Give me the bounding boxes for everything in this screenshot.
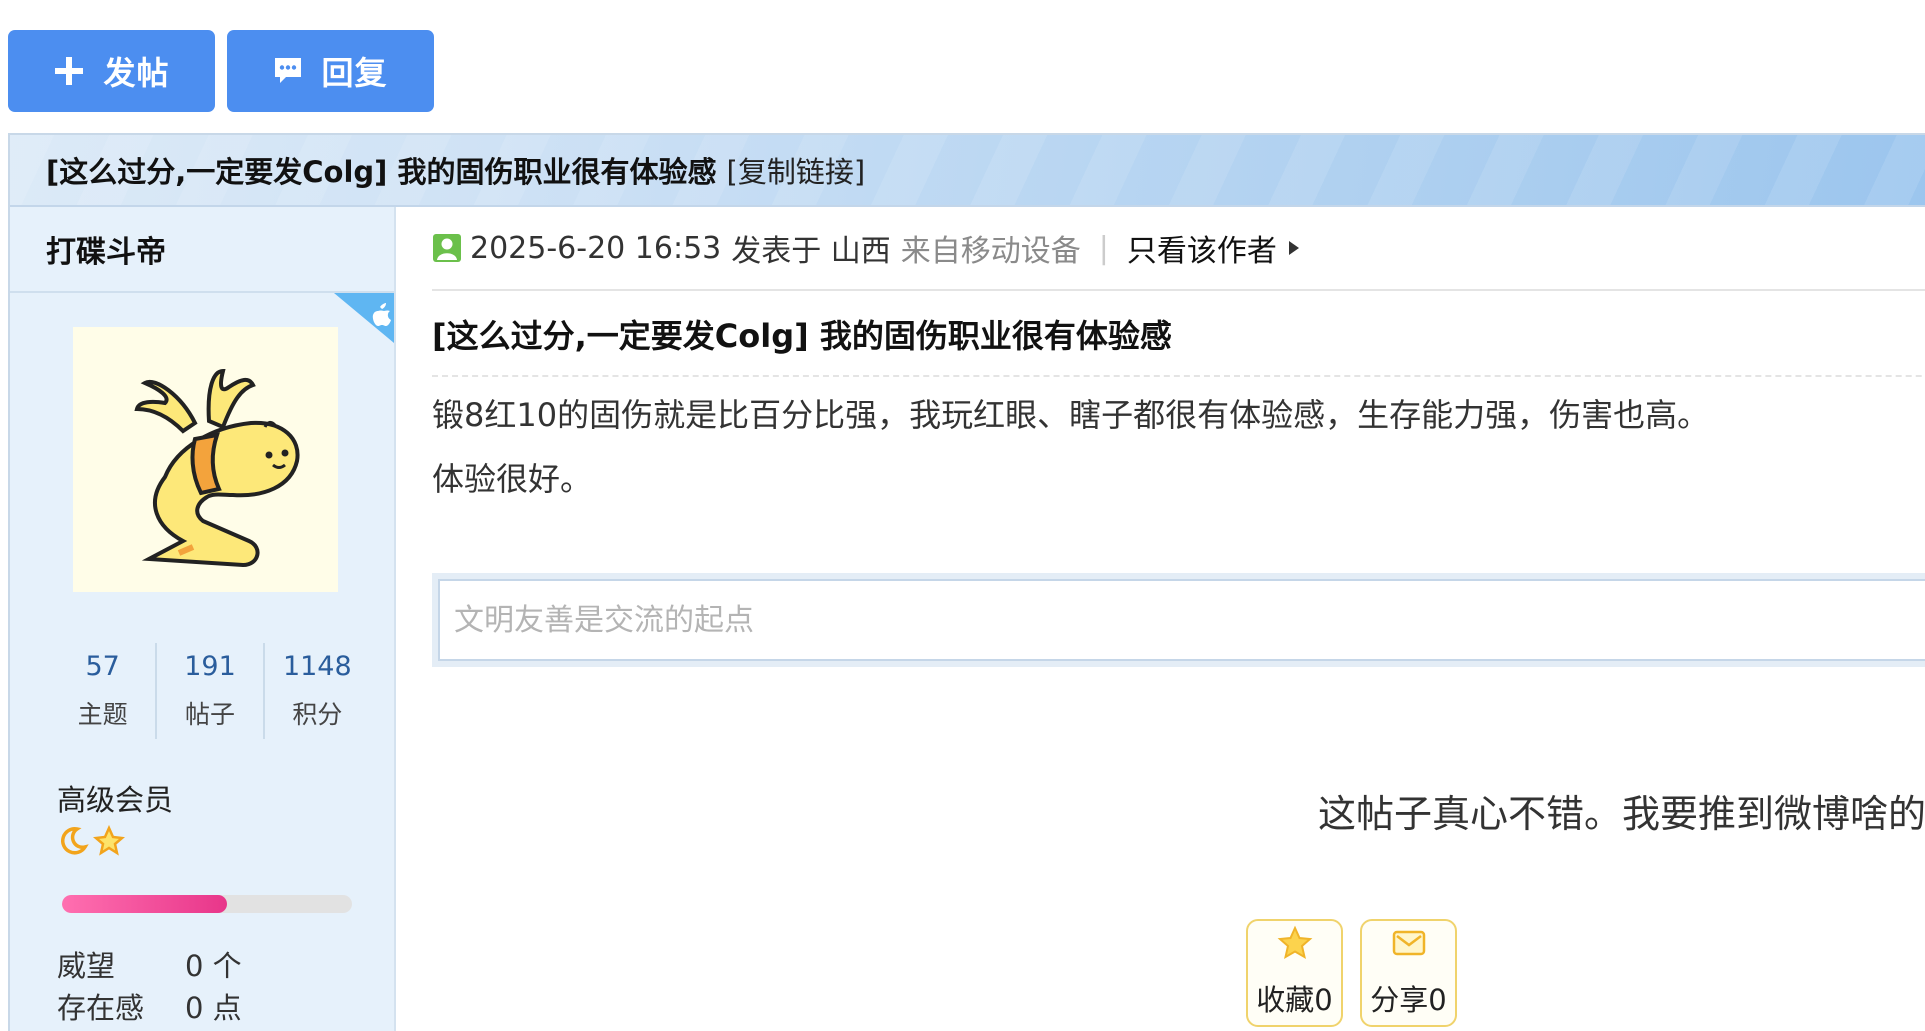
action-bar: 发帖 回复 — [8, 30, 434, 112]
caret-right-icon[interactable] — [1287, 239, 1301, 257]
moon-icon — [57, 825, 89, 861]
author-stats: 57 主题 191 帖子 1148 积分 — [50, 643, 370, 739]
post-body: 锻8红10的固伤就是比百分比强，我玩红眼、瞎子都很有体验感，生存能力强，伤害也高… — [432, 383, 1925, 511]
quick-reply-input[interactable] — [438, 579, 1925, 661]
title-divider — [432, 375, 1925, 377]
new-post-button[interactable]: 发帖 — [8, 30, 215, 112]
thread-header: [这么过分,一定要发Colg] 我的固伤职业很有体验感 [复制链接] — [10, 135, 1925, 207]
rank-icons — [57, 824, 125, 861]
stat-points[interactable]: 1148 积分 — [265, 643, 370, 739]
user-online-icon — [432, 233, 462, 263]
share-promo-text: 这帖子真心不错。我要推到微博啥的 — [1318, 792, 1925, 836]
reply-button[interactable]: 回复 — [227, 30, 434, 112]
prop-key: 威望 — [57, 949, 116, 983]
page: 发帖 回复 [这么过分,一定要发Colg] 我的固伤职业很有体验感 [复制链接]… — [0, 0, 1925, 1031]
post-location: 发表于 山西 — [731, 234, 891, 269]
comment-icon — [273, 56, 303, 86]
share-label: 分享0 — [1370, 983, 1447, 1017]
meta-separator: | — [1098, 230, 1109, 266]
prop-presence: 存在感 0 点 — [57, 985, 242, 1027]
stat-label: 帖子 — [184, 700, 235, 729]
favorite-button[interactable]: 收藏0 — [1246, 919, 1343, 1027]
quick-reply-box — [432, 573, 1925, 667]
post-body-line: 体验很好。 — [432, 460, 593, 498]
stat-topics[interactable]: 57 主题 — [50, 643, 158, 739]
post-content: 2025-6-20 16:53 发表于 山西 来自移动设备 | 只看该作者 [这… — [396, 207, 1925, 1031]
stat-label: 主题 — [77, 700, 128, 729]
prop-value: 0 点 — [185, 991, 242, 1025]
level-progress-fill — [62, 895, 228, 913]
post-title: [这么过分,一定要发Colg] 我的固伤职业很有体验感 — [432, 317, 1172, 355]
author-name[interactable]: 打碟斗帝 — [10, 207, 394, 293]
stat-value: 57 — [85, 651, 120, 682]
stat-posts[interactable]: 191 帖子 — [157, 643, 265, 739]
level-progress-bar — [62, 895, 352, 913]
stat-value: 1148 — [282, 651, 352, 682]
thread-title: [这么过分,一定要发Colg] 我的固伤职业很有体验感 — [46, 155, 717, 189]
only-author-link[interactable]: 只看该作者 — [1127, 226, 1277, 270]
stat-value: 191 — [184, 651, 236, 682]
favorite-label: 收藏0 — [1256, 983, 1333, 1017]
reply-label: 回复 — [321, 54, 388, 92]
post-body-line: 锻8红10的固伤就是比百分比强，我玩红眼、瞎子都很有体验感，生存能力强，伤害也高… — [432, 396, 1710, 434]
member-group[interactable]: 高级会员 — [57, 777, 173, 819]
copy-link[interactable]: [复制链接] — [727, 149, 866, 191]
prop-value: 0 个 — [185, 949, 242, 983]
author-sidebar: 打碟斗帝 57 主题 191 帖子 1148 积分 高级会员 威望 0 个 存在… — [10, 207, 396, 1031]
thread-container: [这么过分,一定要发Colg] 我的固伤职业很有体验感 [复制链接] 打碟斗帝 — [8, 133, 1925, 1031]
star-icon — [1277, 925, 1313, 965]
new-post-label: 发帖 — [103, 54, 170, 92]
star-icon — [93, 824, 125, 861]
avatar[interactable] — [73, 327, 338, 592]
stat-label: 积分 — [292, 700, 343, 729]
post-meta: 2025-6-20 16:53 发表于 山西 来自移动设备 | 只看该作者 — [432, 207, 1925, 291]
post-device: 来自移动设备 — [900, 234, 1081, 269]
plus-icon — [53, 55, 85, 87]
prop-prestige: 威望 0 个 — [57, 943, 242, 985]
post-datetime: 2025-6-20 16:53 — [470, 230, 722, 266]
share-button[interactable]: 分享0 — [1360, 919, 1457, 1027]
apple-device-icon — [334, 293, 394, 343]
envelope-icon — [1391, 925, 1427, 965]
prop-key: 存在感 — [57, 991, 145, 1025]
